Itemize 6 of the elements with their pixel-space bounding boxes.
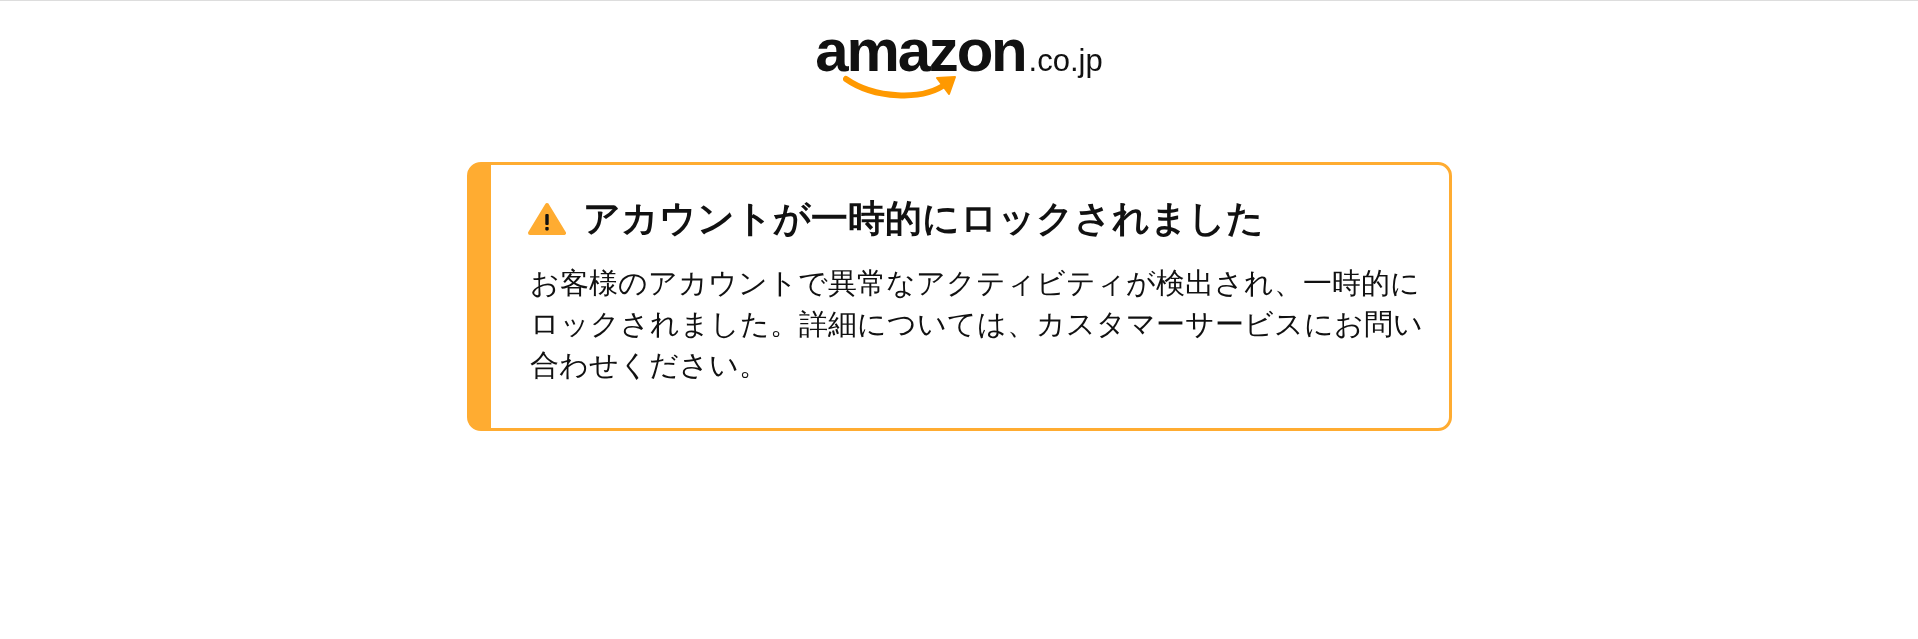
alert-title: アカウントが一時的にロックされました <box>582 196 1264 242</box>
logo-domain: .co.jp <box>1028 45 1103 76</box>
smile-arrow-icon <box>843 74 958 100</box>
alert-message: お客様のアカウントで異常なアクティビティが検出され、一時的にロックされました。詳細については、カスタマーサービスにお問い合わせください。 <box>529 266 1424 384</box>
warning-icon <box>527 202 566 235</box>
logo-wordmark: amazon <box>815 21 1026 81</box>
